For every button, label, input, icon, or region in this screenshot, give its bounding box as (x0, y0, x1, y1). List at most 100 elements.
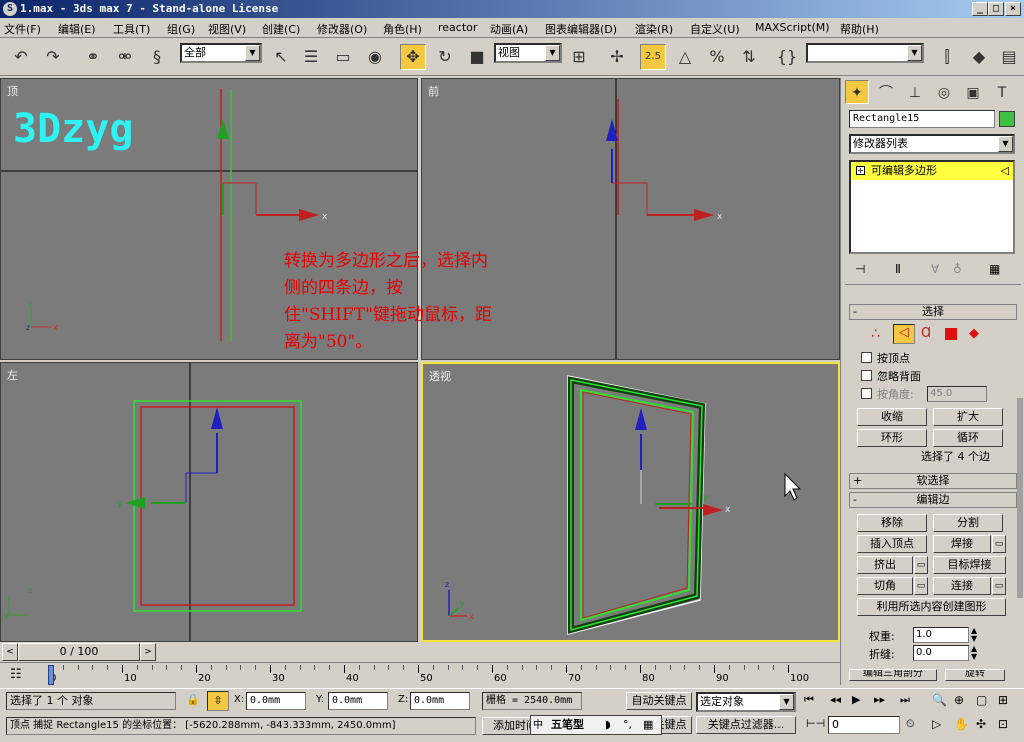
create-tab-icon[interactable]: ✦ (845, 80, 869, 104)
current-frame-field[interactable]: 0 (828, 716, 900, 734)
motion-tab-icon[interactable]: ◎ (932, 80, 956, 104)
remove-modifier-icon[interactable]: ♁ (953, 262, 962, 276)
select-link-icon[interactable]: ⚭ (80, 44, 106, 70)
spinner-snap-icon[interactable]: ⇅ (736, 44, 762, 70)
undo-icon[interactable]: ↶ (8, 44, 34, 70)
selection-filter-dropdown[interactable]: 全部 ▼ (180, 43, 262, 63)
stack-item-editable-poly[interactable]: + 可编辑多边形 ◁ (851, 162, 1013, 180)
edit-named-selection-icon[interactable]: {} (774, 44, 800, 70)
menu-item[interactable]: reactor (438, 21, 477, 34)
zoom-extents-icon[interactable]: ▢ (976, 693, 987, 707)
layer-manager-icon[interactable]: ▤ (996, 44, 1022, 70)
auto-key-button[interactable]: 自动关键点 (626, 692, 692, 710)
close-button[interactable]: × (1005, 2, 1021, 16)
mirror-icon[interactable]: ⫿ (934, 44, 960, 70)
menu-item[interactable]: 创建(C) (262, 21, 300, 37)
split-button[interactable]: 分割 (933, 514, 1003, 532)
utilities-tab-icon[interactable]: T (990, 80, 1014, 104)
lock-icon[interactable]: 🔒 (186, 693, 200, 706)
zoom-all-icon[interactable]: ⊕ (954, 693, 964, 707)
edit-triangulation-button[interactable]: 编辑三角剖分 (849, 669, 937, 681)
reference-coord-dropdown[interactable]: 视图 ▼ (494, 43, 562, 63)
current-frame-marker[interactable] (48, 665, 54, 685)
connect-settings-icon[interactable]: ▭ (992, 577, 1006, 595)
menu-item[interactable]: 渲染(R) (635, 21, 673, 37)
time-next-icon[interactable]: > (140, 643, 156, 661)
redo-icon[interactable]: ↷ (40, 44, 66, 70)
viewport-perspective[interactable]: 透视 x y z x y (421, 362, 840, 642)
z-coordinate-field[interactable]: 0.0mm (410, 692, 470, 710)
menu-item[interactable]: 图表编辑器(D) (545, 21, 617, 37)
menu-item[interactable]: 编辑(E) (58, 21, 96, 37)
maximize-button[interactable]: □ (988, 2, 1004, 16)
menu-item[interactable]: 帮助(H) (840, 21, 879, 37)
percent-snap-icon[interactable]: % (704, 44, 730, 70)
remove-button[interactable]: 移除 (857, 514, 927, 532)
modifier-list-dropdown[interactable]: 修改器列表 ▼ (849, 134, 1015, 154)
ignore-backfacing-checkbox[interactable] (861, 370, 872, 381)
display-tab-icon[interactable]: ▣ (961, 80, 985, 104)
connect-button[interactable]: 连接 (933, 577, 991, 595)
weight-spinner[interactable]: 1.0 (913, 627, 969, 643)
element-mode-icon[interactable]: ◆ (969, 326, 979, 341)
configure-modifier-sets-icon[interactable]: ▦ (989, 262, 1000, 276)
key-filters-button[interactable]: 关键点过滤器... (696, 716, 796, 734)
menu-item[interactable]: 修改器(O) (317, 21, 367, 37)
play-icon[interactable]: ▶ (852, 693, 860, 706)
pan-icon[interactable]: ✋ (954, 717, 969, 731)
ime-punctuation-icon[interactable]: °, (623, 716, 632, 734)
ring-button[interactable]: 环形 (857, 429, 927, 447)
menu-item[interactable]: 文件(F) (4, 21, 41, 37)
rect-selection-icon[interactable]: ▭ (330, 44, 356, 70)
menu-item[interactable]: 视图(V) (208, 21, 246, 37)
go-to-end-icon[interactable]: ⏭ (900, 693, 910, 707)
field-of-view-icon[interactable]: ▷ (932, 717, 941, 731)
shrink-button[interactable]: 收缩 (857, 408, 927, 426)
time-prev-icon[interactable]: < (2, 643, 18, 661)
ime-toolbar[interactable]: 中 五笔型 ◗ °, ▦ (530, 715, 662, 735)
polygon-mode-icon[interactable] (945, 328, 957, 340)
named-selection-dropdown[interactable]: ▼ (806, 43, 924, 63)
align-icon[interactable]: ◆ (966, 44, 992, 70)
unlink-icon[interactable]: ⚮ (112, 44, 138, 70)
snap-toggle-icon[interactable]: 2.5 (640, 44, 666, 70)
weld-button[interactable]: 焊接 (933, 535, 991, 553)
select-scale-icon[interactable]: ■ (464, 44, 490, 70)
chamfer-settings-icon[interactable]: ▭ (914, 577, 928, 595)
bind-space-warp-icon[interactable]: § (144, 44, 170, 70)
menu-item[interactable]: 自定义(U) (690, 21, 740, 37)
grow-button[interactable]: 扩大 (933, 408, 1003, 426)
ime-keyboard-icon[interactable]: ▦ (643, 716, 653, 734)
turn-button[interactable]: 旋转 (945, 669, 1005, 681)
select-move-icon[interactable]: ✥ (400, 44, 426, 70)
crease-spinner[interactable]: 0.0 (913, 645, 969, 661)
select-rotate-icon[interactable]: ↻ (432, 44, 458, 70)
loop-button[interactable]: 循环 (933, 429, 1003, 447)
angle-snap-icon[interactable]: △ (672, 44, 698, 70)
track-bar[interactable]: ☷ 0102030405060708090100 (0, 662, 840, 688)
next-frame-icon[interactable]: ▸▸ (874, 693, 885, 706)
zoom-extents-all-icon[interactable]: ⊞ (998, 693, 1008, 707)
arc-rotate-icon[interactable]: ✣ (976, 717, 986, 731)
border-mode-icon[interactable]: Ɑ (921, 326, 931, 341)
rollout-soft-selection[interactable]: + 软选择 (849, 473, 1017, 489)
modify-tab-icon[interactable]: ⌒ (874, 80, 898, 104)
menu-item[interactable]: 组(G) (167, 21, 195, 37)
maximize-viewport-icon[interactable]: ⊡ (998, 717, 1008, 731)
object-color-swatch[interactable] (999, 111, 1015, 127)
menu-item[interactable]: 工具(T) (113, 21, 150, 37)
pivot-center-icon[interactable]: ⊞ (566, 44, 592, 70)
viewport-left[interactable]: 左 y z y (0, 362, 418, 642)
make-unique-icon[interactable]: ∀ (931, 262, 939, 276)
zoom-icon[interactable]: 🔍 (932, 693, 947, 707)
rollout-edit-edges[interactable]: - 编辑边 (849, 492, 1017, 508)
panel-scrollbar[interactable] (1017, 398, 1023, 598)
minimize-button[interactable]: _ (972, 2, 988, 16)
hierarchy-tab-icon[interactable]: ⊥ (903, 80, 927, 104)
x-coordinate-field[interactable]: 0.0mm (246, 692, 306, 710)
previous-frame-icon[interactable]: ◂◂ (830, 693, 841, 706)
pin-stack-icon[interactable]: ⊣ (855, 262, 865, 276)
time-config-icon[interactable]: ⏲ (906, 717, 915, 731)
menu-item[interactable]: MAXScript(M) (755, 21, 830, 34)
y-coordinate-field[interactable]: 0.0mm (328, 692, 388, 710)
